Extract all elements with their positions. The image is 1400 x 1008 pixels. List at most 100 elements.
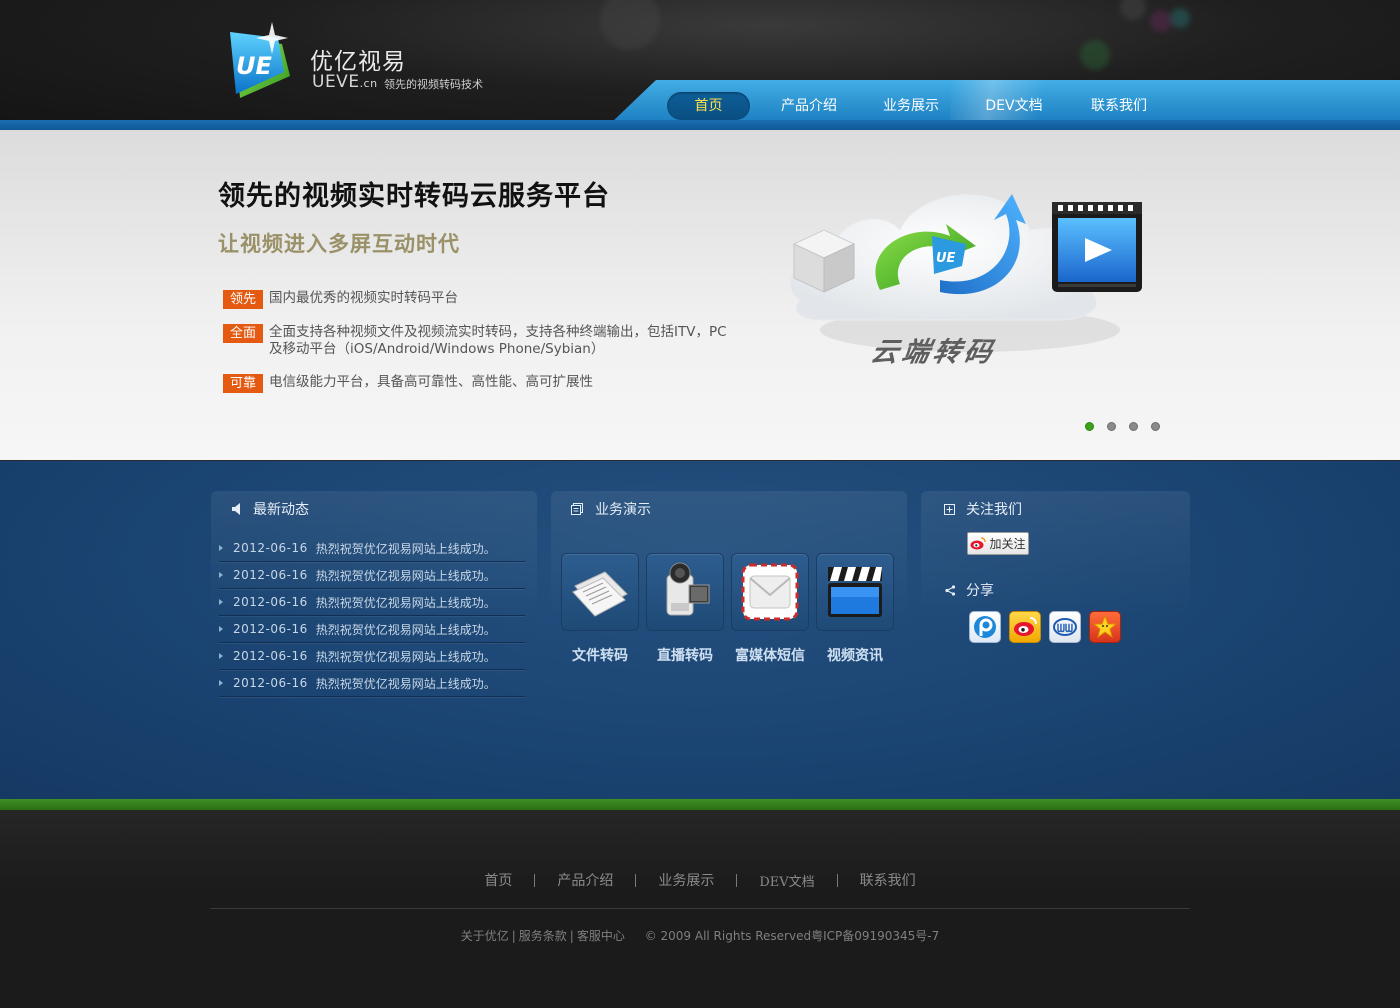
- svg-text:ᗯᗯ: ᗯᗯ: [1057, 622, 1073, 635]
- news-date: 2012-06-16: [233, 649, 308, 663]
- demo-file-transcode[interactable]: 文件转码: [561, 553, 639, 665]
- news-title[interactable]: 热烈祝贺优亿视易网站上线成功。: [316, 648, 496, 665]
- site-footer: 首页 产品介绍 业务展示 DEV文档 联系我们 关于优亿 | 服务条款 | 客服中心 ©…: [0, 810, 1400, 1008]
- demo-label: 视频资讯: [827, 648, 883, 664]
- follow-panel-title: 关注我们: [966, 502, 1022, 518]
- news-item[interactable]: 2012-06-16 热烈祝贺优亿视易网站上线成功。: [219, 643, 525, 670]
- renren-icon[interactable]: ᗯᗯ: [1049, 611, 1081, 643]
- hero-banner: 领先的视频实时转码云服务平台 让视频进入多屏互动时代 领先 国内最优秀的视频实时…: [0, 130, 1400, 461]
- demo-label: 文件转码: [572, 648, 628, 664]
- feature-tag: 领先: [223, 290, 263, 309]
- nav-item-home[interactable]: 首页: [667, 92, 750, 120]
- footer-nav: 首页 产品介绍 业务展示 DEV文档 联系我们: [210, 870, 1190, 890]
- news-list: 2012-06-16 热烈祝贺优亿视易网站上线成功。 2012-06-16 热烈祝贺…: [219, 535, 525, 697]
- footer-pipe: |: [511, 929, 516, 943]
- weibo-icon: [970, 537, 987, 550]
- follow-panel-header: 关注我们: [921, 491, 1190, 527]
- news-title[interactable]: 热烈祝贺优亿视易网站上线成功。: [316, 540, 496, 557]
- copyright: © 2009 All Rights Reserved粤ICP备09190345号…: [644, 929, 940, 943]
- news-item[interactable]: 2012-06-16 热烈祝贺优亿视易网站上线成功。: [219, 535, 525, 562]
- plus-box-icon: [944, 503, 955, 515]
- camcorder-icon: [666, 562, 710, 616]
- bokeh-decoration: [1150, 10, 1172, 32]
- demo-live-transcode[interactable]: 直播转码: [646, 553, 724, 665]
- footer-separator: [534, 873, 536, 887]
- footer-link-business[interactable]: 业务展示: [658, 870, 714, 890]
- nav-item-business[interactable]: 业务展示: [868, 92, 954, 120]
- pengyou-icon[interactable]: [969, 611, 1001, 643]
- nav-item-contact[interactable]: 联系我们: [1071, 92, 1167, 120]
- footer-separator: [736, 873, 738, 887]
- news-date: 2012-06-16: [233, 676, 308, 690]
- cloud-transcoding-label: 云端转码: [868, 337, 999, 368]
- site-header: UE 优亿视易 UEVE.cn 领先的视频转码技术 首页 产品介绍 业务展示 D…: [0, 0, 1400, 130]
- banner-title: 领先的视频实时转码云服务平台: [218, 181, 610, 212]
- footer-link-contact[interactable]: 联系我们: [860, 870, 916, 890]
- documents-icon: [572, 571, 628, 617]
- weibo-follow-button[interactable]: 加关注: [967, 532, 1029, 555]
- news-item[interactable]: 2012-06-16 热烈祝贺优亿视易网站上线成功。: [219, 616, 525, 643]
- bullet-icon: [219, 626, 223, 632]
- follow-panel: 关注我们 加关注 分享 ᗯᗯ: [921, 491, 1190, 643]
- news-title[interactable]: 热烈祝贺优亿视易网站上线成功。: [316, 594, 496, 611]
- feature-item: 全面 全面支持各种视频文件及视频流实时转码，支持各种终端输出，包括ITV，PC及…: [223, 324, 727, 358]
- logo-domain-tld: .cn: [359, 77, 378, 90]
- envelope-icon: [741, 563, 799, 621]
- site-logo[interactable]: UE 优亿视易 UEVE.cn 领先的视频转码技术: [222, 10, 522, 110]
- svg-text:UE: UE: [936, 251, 956, 266]
- demo-video-news[interactable]: 视频资讯: [816, 553, 894, 665]
- share-title: 分享: [966, 583, 994, 599]
- news-date: 2012-06-16: [233, 595, 308, 609]
- bullet-icon: [219, 653, 223, 659]
- news-item[interactable]: 2012-06-16 热烈祝贺优亿视易网站上线成功。: [219, 589, 525, 616]
- nav-item-products[interactable]: 产品介绍: [754, 92, 864, 120]
- news-panel-title: 最新动态: [253, 502, 309, 518]
- logo-slogan: 领先的视频转码技术: [384, 78, 483, 91]
- qzone-icon[interactable]: [1089, 611, 1121, 643]
- news-title[interactable]: 热烈祝贺优亿视易网站上线成功。: [316, 621, 496, 638]
- news-date: 2012-06-16: [233, 568, 308, 582]
- slider-dot-2[interactable]: [1107, 422, 1116, 431]
- feature-text: 全面支持各种视频文件及视频流实时转码，支持各种终端输出，包括ITV，PC及移动平…: [269, 324, 727, 357]
- footer-divider: [210, 908, 1190, 909]
- footer-link-dev-docs[interactable]: DEV文档: [759, 871, 814, 890]
- feature-item: 可靠 电信级能力平台，具备高可靠性、高性能、高可扩展性: [223, 374, 739, 393]
- news-title[interactable]: 热烈祝贺优亿视易网站上线成功。: [316, 675, 496, 692]
- bullet-icon: [219, 680, 223, 686]
- footer-link-about[interactable]: 关于优亿: [461, 929, 509, 943]
- share-icon: [945, 584, 956, 596]
- feature-item: 领先 国内最优秀的视频实时转码平台: [223, 290, 739, 309]
- news-item[interactable]: 2012-06-16 热烈祝贺优亿视易网站上线成功。: [219, 562, 525, 589]
- nav-strip: [0, 120, 1400, 130]
- logo-domain-main: UEVE: [312, 72, 360, 92]
- cube-icon: [792, 229, 856, 293]
- content-section: 最新动态 2012-06-16 热烈祝贺优亿视易网站上线成功。 2012-06-1…: [0, 461, 1400, 799]
- share-header: 分享: [945, 580, 994, 600]
- weibo-share-icon[interactable]: [1009, 611, 1041, 643]
- svg-text:UE: UE: [236, 52, 272, 80]
- slider-dot-4[interactable]: [1151, 422, 1160, 431]
- nav-item-dev-docs[interactable]: DEV文档: [959, 92, 1069, 120]
- bokeh-decoration: [1170, 8, 1190, 28]
- news-title[interactable]: 热烈祝贺优亿视易网站上线成功。: [316, 567, 496, 584]
- footer-link-support[interactable]: 客服中心: [577, 929, 625, 943]
- news-item[interactable]: 2012-06-16 热烈祝贺优亿视易网站上线成功。: [219, 670, 525, 697]
- footer-separator: [635, 873, 637, 887]
- footer-link-products[interactable]: 产品介绍: [557, 870, 613, 890]
- slider-dot-1[interactable]: [1085, 422, 1094, 431]
- video-player-icon: [1052, 202, 1142, 292]
- demo-rich-media-sms[interactable]: 富媒体短信: [731, 553, 809, 665]
- footer-pipe: |: [569, 929, 574, 943]
- footer-link-home[interactable]: 首页: [484, 870, 512, 890]
- footer-link-terms[interactable]: 服务条款: [519, 929, 567, 943]
- logo-title: 优亿视易: [310, 49, 406, 75]
- speaker-icon: [232, 503, 240, 515]
- bullet-icon: [219, 545, 223, 551]
- follow-button-label: 加关注: [989, 537, 1026, 551]
- main-nav: 首页 产品介绍 业务展示 DEV文档 联系我们: [667, 92, 1167, 120]
- feature-text: 国内最优秀的视频实时转码平台: [269, 290, 458, 306]
- news-date: 2012-06-16: [233, 622, 308, 636]
- bokeh-decoration: [600, 0, 660, 50]
- bokeh-decoration: [1120, 0, 1146, 20]
- slider-dot-3[interactable]: [1129, 422, 1138, 431]
